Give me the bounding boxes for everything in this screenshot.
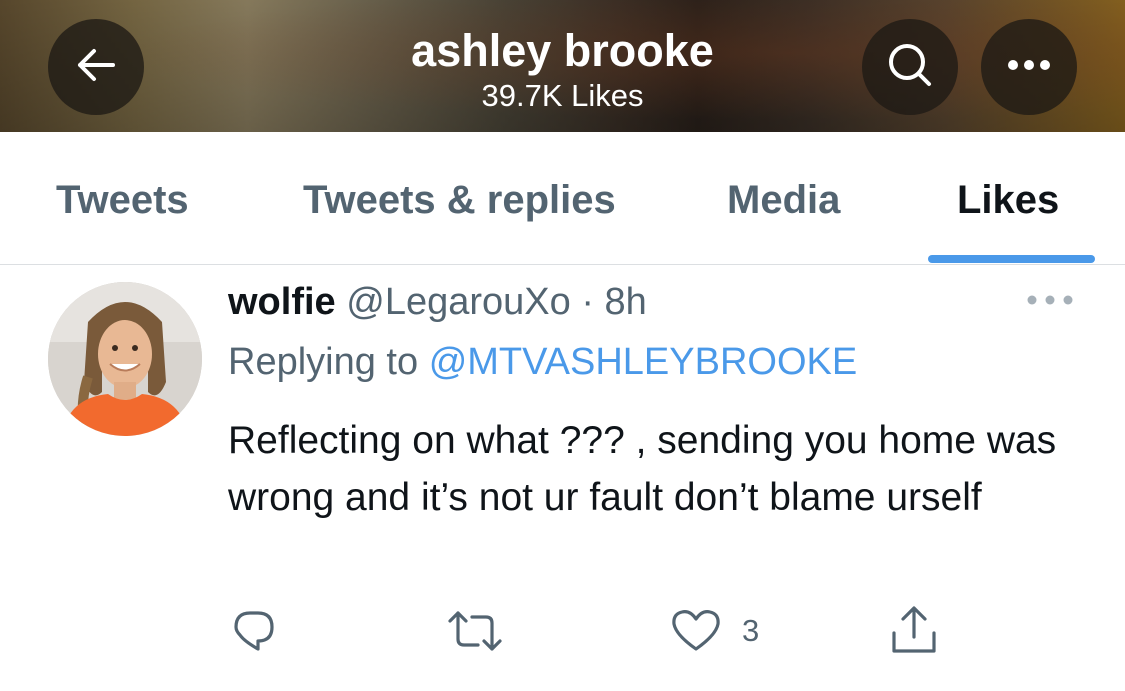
share-button[interactable] [888, 603, 940, 659]
profile-header: ashley brooke 39.7K Likes [0, 0, 1125, 132]
reply-button[interactable] [230, 603, 278, 659]
like-count: 3 [742, 613, 760, 648]
replying-prefix: Replying to [228, 341, 419, 383]
share-icon [888, 605, 940, 657]
tweet-more-button[interactable] [1024, 290, 1076, 310]
tab-media[interactable]: Media [727, 176, 840, 224]
reply-icon [230, 607, 278, 655]
author-handle[interactable]: @LegarouXo [346, 281, 571, 323]
tab-tweets[interactable]: Tweets [56, 176, 189, 224]
search-icon [887, 42, 933, 93]
author-name[interactable]: wolfie [228, 281, 336, 323]
tweet-time[interactable]: 8h [605, 281, 647, 323]
tab-likes[interactable]: Likes [957, 176, 1059, 224]
tweet-text: Reflecting on what ??? , sending you hom… [228, 419, 1057, 519]
search-button[interactable] [862, 19, 958, 115]
replying-to-line: Replying to @MTVASHLEYBROOKE [228, 337, 857, 387]
retweet-button[interactable] [446, 603, 504, 659]
profile-tabs: Tweets Tweets & replies Media Likes [0, 132, 1125, 265]
meta-separator: · [581, 281, 594, 323]
tab-tweets-and-replies[interactable]: Tweets & replies [303, 176, 616, 224]
heart-icon [670, 607, 722, 655]
mention-link[interactable]: @MTVASHLEYBROOKE [429, 341, 858, 383]
avatar[interactable] [48, 282, 202, 436]
more-horizontal-icon [1024, 295, 1076, 314]
more-horizontal-icon [1007, 58, 1051, 76]
active-tab-indicator [928, 255, 1095, 263]
more-options-button[interactable] [981, 19, 1077, 115]
likes-count: 39.7K Likes [481, 78, 644, 113]
tweet-header: wolfie @LegarouXo · 8h [228, 278, 647, 326]
like-button[interactable]: 3 [670, 603, 759, 659]
retweet-icon [446, 607, 504, 655]
